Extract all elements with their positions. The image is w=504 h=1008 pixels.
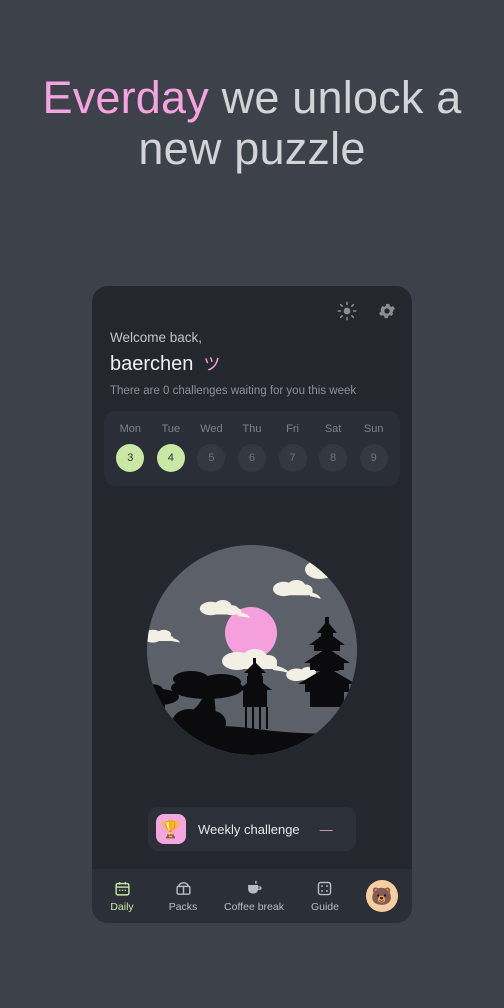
weekly-challenge-button[interactable]: 🏆 Weekly challenge — xyxy=(148,807,356,851)
sun-icon[interactable] xyxy=(336,300,358,322)
night-pagoda-scene xyxy=(147,544,357,755)
nav-label: Guide xyxy=(310,900,339,913)
week-strip: Mon 3 Tue 4 Wed 5 Thu 6 Fri 7 Sat 8 Sun … xyxy=(104,411,400,486)
nav-label: Coffee break xyxy=(224,900,284,913)
day-label: Wed xyxy=(200,423,223,435)
pack-icon xyxy=(175,880,192,898)
username-row: baerchen ツ xyxy=(110,350,394,376)
week-day-fri[interactable]: Fri 7 xyxy=(275,423,311,472)
day-label: Fri xyxy=(286,423,299,435)
day-number: 3 xyxy=(116,444,145,472)
page-title: Everday we unlock a new puzzle xyxy=(0,72,504,174)
day-number: 9 xyxy=(359,444,388,472)
day-label: Mon xyxy=(119,423,141,435)
bottom-navigation: Daily Packs Coffee break Guide 🐻 xyxy=(92,869,412,923)
headline-accent-word: Everday xyxy=(42,72,209,123)
day-number: 4 xyxy=(156,444,185,472)
day-number: 5 xyxy=(197,444,226,472)
week-day-mon[interactable]: Mon 3 xyxy=(112,423,148,472)
nav-item-daily[interactable]: Daily xyxy=(102,880,142,913)
day-label: Sat xyxy=(324,423,342,435)
nav-item-coffee-break[interactable]: Coffee break xyxy=(224,880,284,913)
app-preview-card: Welcome back, baerchen ツ There are 0 cha… xyxy=(92,286,412,923)
nav-label: Packs xyxy=(168,900,198,913)
nav-item-packs[interactable]: Packs xyxy=(163,880,203,913)
smiley-glyph: ツ xyxy=(203,355,221,374)
day-label: Tue xyxy=(161,423,181,435)
calendar-icon xyxy=(114,880,131,898)
week-day-thu[interactable]: Thu 6 xyxy=(234,423,270,472)
username-text: baerchen xyxy=(110,353,194,375)
greeting-block: Welcome back, baerchen ツ There are 0 cha… xyxy=(92,330,412,411)
day-number: 6 xyxy=(237,444,266,472)
week-day-wed[interactable]: Wed 5 xyxy=(193,423,229,472)
bear-avatar[interactable]: 🐻 xyxy=(366,880,398,912)
day-number: 8 xyxy=(319,444,348,472)
trophy-icon: 🏆 xyxy=(156,814,186,844)
day-label: Thu xyxy=(242,423,262,435)
nav-label: Daily xyxy=(110,900,134,913)
dice-icon xyxy=(316,880,333,898)
card-topbar xyxy=(92,286,412,330)
weekly-challenge-label: Weekly challenge xyxy=(198,821,300,837)
week-day-sat[interactable]: Sat 8 xyxy=(315,423,351,472)
weekly-challenge-value: — xyxy=(319,821,333,837)
illustration-area xyxy=(92,486,412,807)
welcome-text: Welcome back, xyxy=(110,330,203,345)
week-day-tue[interactable]: Tue 4 xyxy=(153,423,189,472)
day-number: 7 xyxy=(278,444,307,472)
gear-icon[interactable] xyxy=(376,300,398,322)
weekly-challenge-area: 🏆 Weekly challenge — xyxy=(92,807,412,869)
nav-item-guide[interactable]: Guide xyxy=(305,880,345,913)
challenge-count-text: There are 0 challenges waiting for you t… xyxy=(110,385,357,397)
week-day-sun[interactable]: Sun 9 xyxy=(356,423,392,472)
coffee-cup-icon xyxy=(246,880,263,898)
day-label: Sun xyxy=(363,423,384,435)
